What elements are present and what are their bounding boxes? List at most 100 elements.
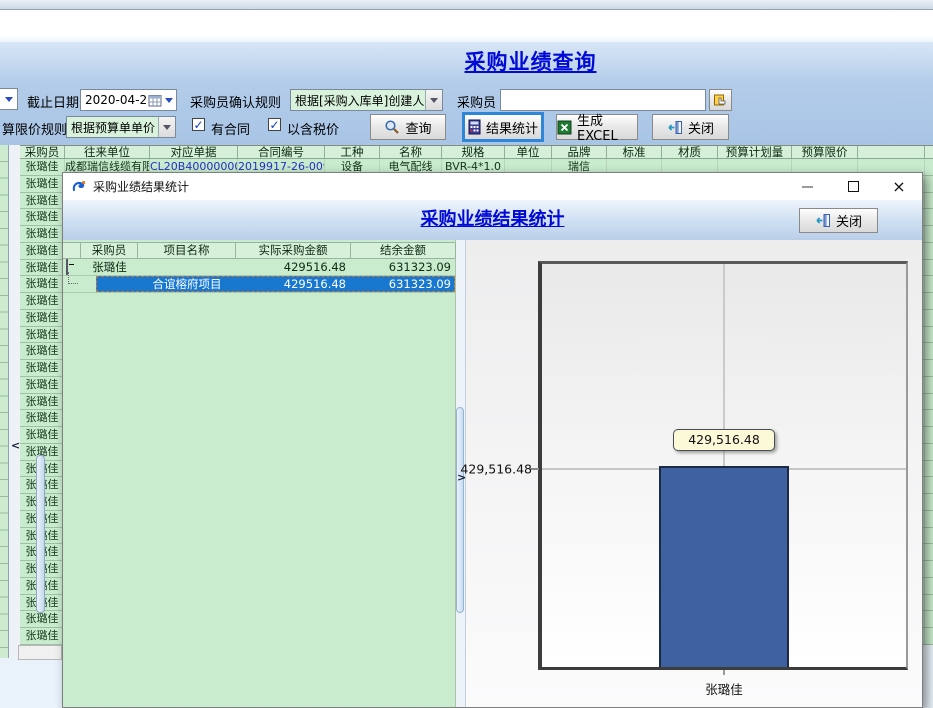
table-cell: 张璐佳 xyxy=(20,377,65,393)
table-cell: 张璐佳 xyxy=(20,310,65,326)
close-button[interactable]: 关闭 xyxy=(652,114,729,140)
table-scrollbar-thumb[interactable] xyxy=(36,455,45,613)
clipped-combo[interactable] xyxy=(0,88,18,110)
splitter-handle[interactable] xyxy=(456,407,464,613)
table-cell: 张璐佳 xyxy=(20,276,65,292)
buyer-input[interactable] xyxy=(500,89,706,111)
calendar-icon[interactable] xyxy=(148,94,162,107)
check-icon: ✓ xyxy=(269,119,279,131)
dialog-table-cell: 合谊榕府项目 xyxy=(138,276,236,292)
chevron-left-icon[interactable]: < xyxy=(11,440,20,451)
include-tax-label: 以含税价 xyxy=(287,119,339,138)
bar-chart-plot: 429,516.48 429,516.48 张璐佳 xyxy=(538,261,908,670)
date-dropdown-arrow-icon[interactable] xyxy=(162,98,176,103)
main-table-header: 采购员往来单位对应单据合同编号工种名称规格单位品牌标准材质预算计划量预算限价 xyxy=(20,145,933,159)
main-column-header[interactable]: 采购员 xyxy=(20,146,65,158)
table-cell: 张璐佳 xyxy=(20,410,65,426)
dialog-table-row[interactable]: 合谊榕府项目429516.48631323.09 xyxy=(63,276,455,293)
table-cell: 张璐佳 xyxy=(20,209,65,225)
dialog-header: 采购业绩结果统计 关闭 xyxy=(63,200,922,240)
main-column-header[interactable]: 规格 xyxy=(442,146,505,158)
deadline-date-field[interactable]: 2020-04-25 xyxy=(80,89,177,111)
main-column-header[interactable]: 合同编号 xyxy=(238,146,325,158)
main-column-header[interactable]: 标准 xyxy=(607,146,662,158)
close-window-button[interactable]: × xyxy=(876,173,922,200)
minimize-icon xyxy=(802,186,813,188)
x-axis-tick xyxy=(723,670,725,675)
screen: 采购业绩查询 截止日期 2020-04-25 采购员确认规则 根据[采购入库单]… xyxy=(0,0,933,708)
exit-door-icon xyxy=(815,213,831,228)
dialog-table-header: 采购员项目名称实际采购金额结余金额 xyxy=(63,242,455,259)
dialog-column-header[interactable] xyxy=(63,243,81,258)
price-rule-select[interactable]: 根据预算单单价 xyxy=(66,116,176,138)
dialog-table-cell: 张璐佳 xyxy=(81,259,138,275)
table-cell: 张璐佳 xyxy=(20,176,65,192)
dialog-table-cell: 631323.09 xyxy=(351,276,456,292)
main-column-header[interactable]: 工种 xyxy=(325,146,380,158)
dialog-result-table: 采购员项目名称实际采购金额结余金额 张璐佳429516.48631323.09合… xyxy=(63,240,456,707)
buyer-rule-label: 采购员确认规则 xyxy=(190,92,281,111)
bar-value-tooltip: 429,516.48 xyxy=(673,429,775,451)
dropdown-arrow-icon[interactable] xyxy=(0,89,17,109)
buyer-rule-select[interactable]: 根据[采购入库单]创建人 xyxy=(290,89,443,111)
y-axis-tick-label: 429,516.48 xyxy=(460,462,532,477)
chart-bar[interactable] xyxy=(659,466,789,668)
table-cell: 张璐佳 xyxy=(20,394,65,410)
table-cell: 张璐佳 xyxy=(20,293,65,309)
table-cell: 张璐佳 xyxy=(20,611,65,627)
table-cell: 张璐佳 xyxy=(20,159,65,175)
dialog-header-title: 采购业绩结果统计 xyxy=(63,200,922,240)
dialog-table-cell: 429516.48 xyxy=(236,259,351,275)
main-column-header[interactable]: 对应单据 xyxy=(150,146,238,158)
main-column-header[interactable]: 名称 xyxy=(380,146,442,158)
minimize-button[interactable] xyxy=(784,173,830,200)
result-stats-button[interactable]: 结果统计 xyxy=(464,114,542,140)
selected-row-highlight[interactable]: 合谊榕府项目429516.48631323.09 xyxy=(96,276,455,292)
exit-door-icon xyxy=(667,120,683,135)
main-column-header[interactable]: 材质 xyxy=(662,146,718,158)
include-tax-checkbox[interactable]: ✓ xyxy=(268,118,281,131)
left-panel-splitter[interactable]: < xyxy=(9,145,20,658)
dialog-column-header[interactable]: 项目名称 xyxy=(138,243,236,258)
dialog-title: 采购业绩结果统计 xyxy=(93,178,189,195)
dialog-column-header[interactable]: 结余金额 xyxy=(351,243,456,258)
tree-connector xyxy=(68,272,78,284)
has-contract-label: 有合同 xyxy=(211,119,250,138)
top-strip xyxy=(0,0,933,10)
table-cell: 张璐佳 xyxy=(20,343,65,359)
query-button[interactable]: 查询 xyxy=(370,114,446,140)
maximize-button[interactable] xyxy=(830,173,876,200)
table-cell: 张璐佳 xyxy=(20,193,65,209)
main-column-header[interactable]: 预算限价 xyxy=(792,146,858,158)
table-cell: 张璐佳 xyxy=(20,243,65,259)
table-cell: 张璐佳 xyxy=(20,427,65,443)
table-cell: 张璐佳 xyxy=(20,260,65,276)
main-column-header[interactable] xyxy=(858,146,925,158)
row-indicator-column xyxy=(0,145,9,658)
page-title: 采购业绩查询 xyxy=(0,46,933,76)
generate-excel-button[interactable]: 生成EXCEL xyxy=(556,114,638,140)
dialog-table-cell xyxy=(138,259,236,275)
toolbar-empty-band xyxy=(0,11,933,42)
dialog-column-header[interactable]: 实际采购金额 xyxy=(236,243,351,258)
close-icon: × xyxy=(892,179,905,195)
dialog-table-cell xyxy=(96,276,138,292)
dialog-table-row[interactable]: 张璐佳429516.48631323.09 xyxy=(63,259,455,276)
main-column-header[interactable]: 单位 xyxy=(505,146,552,158)
main-column-header[interactable]: 往来单位 xyxy=(65,146,150,158)
table-bottom-strip xyxy=(18,645,62,660)
has-contract-checkbox[interactable]: ✓ xyxy=(192,118,205,131)
dialog-titlebar[interactable]: 采购业绩结果统计 × xyxy=(63,173,922,200)
select-arrow-icon[interactable] xyxy=(158,117,175,137)
select-arrow-icon[interactable] xyxy=(425,90,442,110)
dialog-table-cell: 429516.48 xyxy=(236,276,351,292)
dialog-column-header[interactable]: 采购员 xyxy=(81,243,138,258)
x-axis-category-label: 张璐佳 xyxy=(705,679,743,698)
main-column-header[interactable]: 预算计划量 xyxy=(718,146,792,158)
result-chart-pane: 429,516.48 429,516.48 张璐佳 xyxy=(466,240,922,707)
dialog-close-button[interactable]: 关闭 xyxy=(799,208,878,233)
table-cell: 张璐佳 xyxy=(20,327,65,343)
app-logo-icon xyxy=(71,179,87,195)
buyer-picker-button[interactable] xyxy=(709,89,732,111)
main-column-header[interactable]: 品牌 xyxy=(552,146,607,158)
